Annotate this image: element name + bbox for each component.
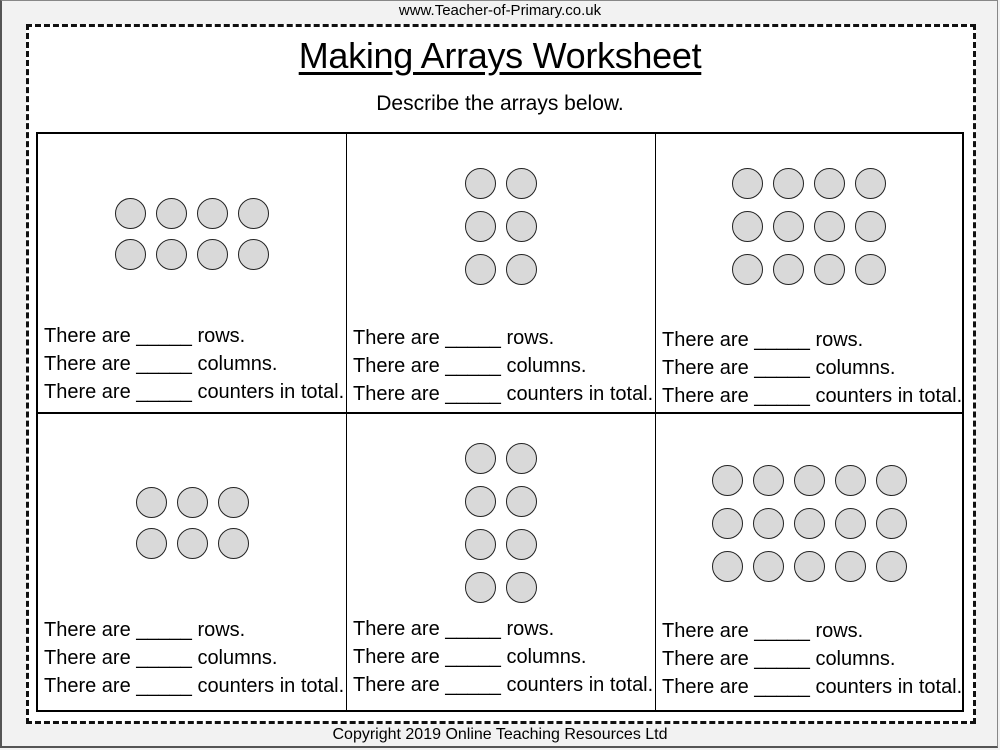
site-url: www.Teacher-of-Primary.co.uk <box>398 2 602 19</box>
counter-circle <box>855 211 886 242</box>
counter-array <box>656 465 962 582</box>
counter-circle <box>506 443 537 474</box>
instruction-text: Describe the arrays below. <box>376 92 624 115</box>
counter-array <box>347 168 655 285</box>
counter-circle <box>465 254 496 285</box>
copyright-footer: Copyright 2019 Online Teaching Resources… <box>332 726 668 743</box>
array-cell-3: There are _____ rows. There are _____ col… <box>656 134 962 414</box>
question-lines: There are _____ rows. There are _____ col… <box>662 326 962 410</box>
question-lines: There are _____ rows. There are _____ col… <box>44 616 344 700</box>
counter-array <box>347 443 655 603</box>
counter-circle <box>814 211 845 242</box>
counter-circle <box>465 529 496 560</box>
counter-circle <box>465 211 496 242</box>
total-question: There are _____ counters in total. <box>662 676 963 698</box>
counter-circle <box>814 254 845 285</box>
counter-circle <box>732 168 763 199</box>
columns-question: There are _____ columns. <box>44 647 278 669</box>
array-grid: There are _____ rows. There are _____ col… <box>36 132 964 712</box>
question-lines: There are _____ rows. There are _____ col… <box>353 615 653 699</box>
counter-array <box>38 487 346 559</box>
total-question: There are _____ counters in total. <box>44 675 345 697</box>
counter-circle <box>773 168 804 199</box>
columns-question: There are _____ columns. <box>662 648 896 670</box>
counter-circle <box>855 254 886 285</box>
counter-circle <box>875 551 907 582</box>
array-cell-1: There are _____ rows. There are _____ col… <box>38 134 347 414</box>
counter-circle <box>115 239 146 270</box>
rows-question: There are _____ rows. <box>353 618 555 640</box>
counter-circle <box>115 198 146 229</box>
counter-circle <box>156 239 187 270</box>
question-lines: There are _____ rows. There are _____ col… <box>353 324 653 408</box>
counter-circle <box>711 465 743 496</box>
counter-circle <box>506 572 537 603</box>
total-question: There are _____ counters in total. <box>353 674 654 696</box>
counter-circle <box>197 239 228 270</box>
counter-circle <box>238 198 269 229</box>
counter-circle <box>711 551 743 582</box>
counter-circle <box>793 508 825 539</box>
counter-circle <box>135 487 167 518</box>
total-question: There are _____ counters in total. <box>353 383 654 405</box>
array-cell-6: There are _____ rows. There are _____ col… <box>656 414 962 710</box>
counter-array <box>38 198 346 270</box>
counter-circle <box>834 465 866 496</box>
array-cell-4: There are _____ rows. There are _____ col… <box>38 414 347 710</box>
counter-array <box>656 168 962 285</box>
counter-circle <box>465 572 496 603</box>
columns-question: There are _____ columns. <box>353 355 587 377</box>
total-question: There are _____ counters in total. <box>662 385 963 407</box>
rows-question: There are _____ rows. <box>44 619 246 641</box>
counter-circle <box>732 254 763 285</box>
counter-circle <box>176 528 208 559</box>
array-cell-5: There are _____ rows. There are _____ col… <box>347 414 656 710</box>
counter-circle <box>732 211 763 242</box>
counter-circle <box>506 254 537 285</box>
question-lines: There are _____ rows. There are _____ col… <box>44 322 344 406</box>
columns-question: There are _____ columns. <box>44 353 278 375</box>
counter-circle <box>752 465 784 496</box>
counter-circle <box>465 486 496 517</box>
total-question: There are _____ counters in total. <box>44 381 345 403</box>
counter-circle <box>814 168 845 199</box>
counter-circle <box>217 528 249 559</box>
columns-question: There are _____ columns. <box>353 646 587 668</box>
counter-circle <box>465 443 496 474</box>
counter-circle <box>506 211 537 242</box>
counter-circle <box>506 486 537 517</box>
counter-circle <box>875 508 907 539</box>
page-title: Making Arrays Worksheet <box>298 35 702 76</box>
counter-circle <box>465 168 496 199</box>
counter-circle <box>217 487 249 518</box>
counter-circle <box>752 508 784 539</box>
rows-question: There are _____ rows. <box>44 325 246 347</box>
rows-question: There are _____ rows. <box>662 329 864 351</box>
counter-circle <box>875 465 907 496</box>
counter-circle <box>176 487 208 518</box>
counter-circle <box>506 529 537 560</box>
counter-circle <box>855 168 886 199</box>
counter-circle <box>793 465 825 496</box>
counter-circle <box>238 239 269 270</box>
rows-question: There are _____ rows. <box>353 327 555 349</box>
counter-circle <box>156 198 187 229</box>
question-lines: There are _____ rows. There are _____ col… <box>662 617 962 701</box>
counter-circle <box>834 551 866 582</box>
counter-circle <box>773 211 804 242</box>
counter-circle <box>197 198 228 229</box>
counter-circle <box>834 508 866 539</box>
array-cell-2: There are _____ rows. There are _____ col… <box>347 134 656 414</box>
counter-circle <box>711 508 743 539</box>
counter-circle <box>506 168 537 199</box>
counter-circle <box>793 551 825 582</box>
counter-circle <box>773 254 804 285</box>
rows-question: There are _____ rows. <box>662 620 864 642</box>
counter-circle <box>135 528 167 559</box>
counter-circle <box>752 551 784 582</box>
columns-question: There are _____ columns. <box>662 357 896 379</box>
